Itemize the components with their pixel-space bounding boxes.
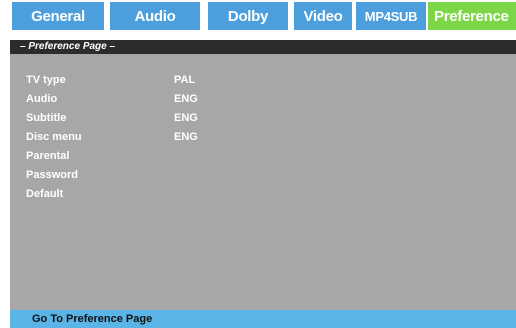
tab-mp4sub[interactable]: MP4SUB: [356, 2, 426, 30]
menu-item-value: ENG: [174, 112, 198, 124]
menu-item-label: Default: [26, 188, 64, 200]
menu-item-subtitle[interactable]: Subtitle ENG: [26, 110, 326, 126]
menu-item-tv-type[interactable]: TV type PAL: [26, 72, 326, 88]
tab-dolby[interactable]: Dolby: [208, 2, 288, 30]
menu-item-label: Subtitle: [26, 112, 67, 124]
panel-title: – Preference Page –: [10, 40, 516, 54]
menu-item-value: PAL: [174, 74, 196, 86]
status-bar: Go To Preference Page: [10, 310, 516, 328]
menu-item-label: Audio: [26, 93, 58, 105]
tab-audio[interactable]: Audio: [110, 2, 200, 30]
menu-item-label: Disc menu: [26, 131, 82, 143]
menu-item-label: TV type: [26, 74, 66, 86]
tab-bar: General Audio Dolby Video MP4SUB Prefere…: [0, 2, 516, 30]
menu-item-label: Parental: [26, 150, 70, 162]
tab-video[interactable]: Video: [294, 2, 352, 30]
menu-item-value: ENG: [174, 131, 198, 143]
menu-item-label: Password: [26, 169, 78, 181]
menu-item-value: ENG: [174, 93, 198, 105]
menu-item-audio[interactable]: Audio ENG: [26, 91, 326, 107]
setup-screen: General Audio Dolby Video MP4SUB Prefere…: [0, 0, 516, 328]
menu-item-parental[interactable]: Parental: [26, 148, 326, 164]
menu-item-default[interactable]: Default: [26, 186, 326, 202]
tab-general[interactable]: General: [12, 2, 104, 30]
menu-item-disc-menu[interactable]: Disc menu ENG: [26, 129, 326, 145]
menu-item-password[interactable]: Password: [26, 167, 326, 183]
preference-panel: – Preference Page – TV type PAL Audio EN…: [10, 40, 516, 328]
tab-preference[interactable]: Preference: [428, 2, 516, 30]
